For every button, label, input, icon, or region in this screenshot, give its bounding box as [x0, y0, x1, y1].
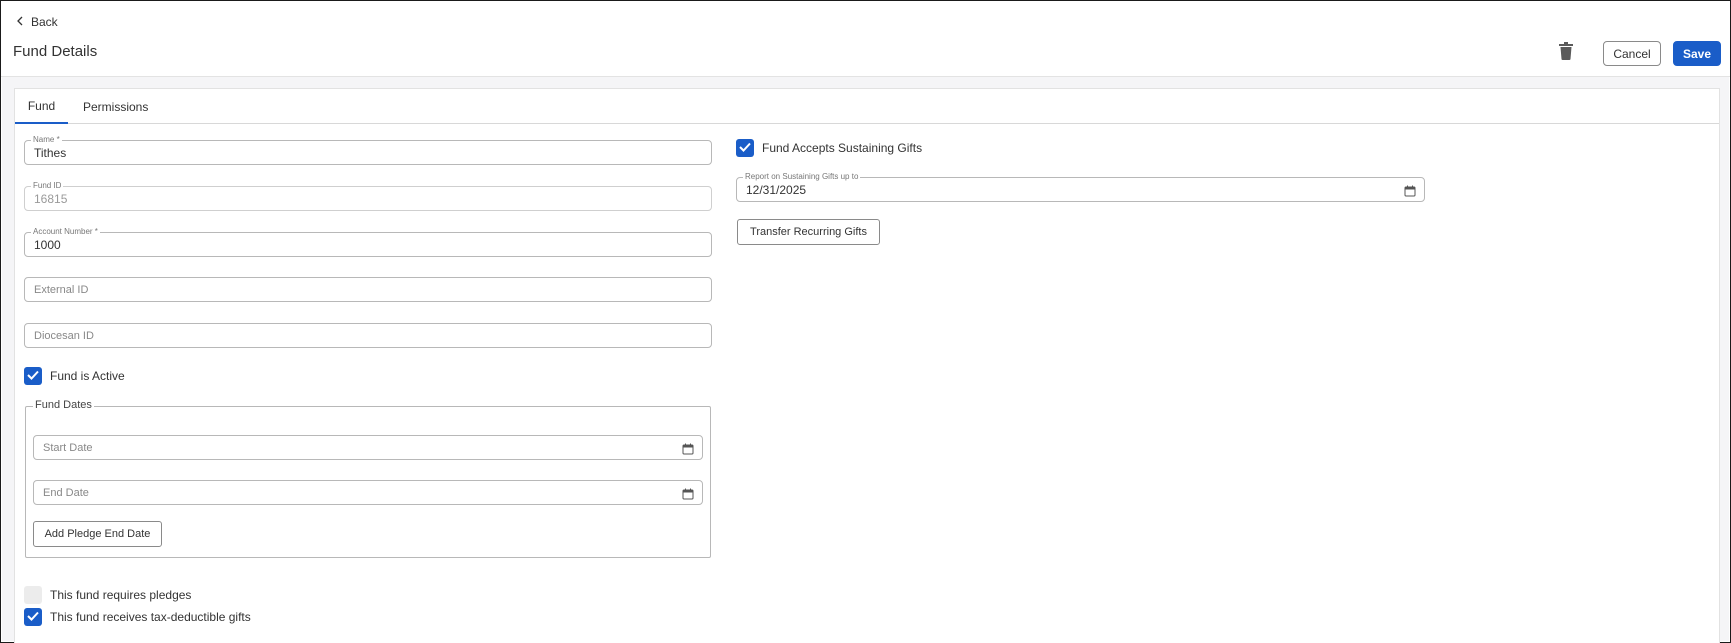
external-id-placeholder: External ID [34, 284, 89, 296]
calendar-icon[interactable] [682, 487, 694, 500]
tax-deductible-checkbox[interactable] [24, 608, 42, 626]
accepts-sustaining-label: Fund Accepts Sustaining Gifts [762, 141, 923, 155]
fund-dates-group: Fund Dates Start Date End Date Add Pledg… [25, 399, 711, 558]
account-number-field[interactable]: Account Number * 1000 [24, 227, 712, 257]
back-link[interactable]: Back [15, 13, 58, 31]
report-sustaining-value: 12/31/2025 [746, 183, 807, 197]
checkmark-icon [27, 610, 39, 624]
name-field-label: Name * [31, 135, 62, 145]
fund-id-field: Fund ID 16815 [24, 181, 712, 211]
add-pledge-end-date-button[interactable]: Add Pledge End Date [33, 521, 162, 547]
fund-card: Fund Permissions Name * Tithes Fund ID 1… [14, 88, 1720, 643]
back-label: Back [31, 15, 58, 29]
tax-deductible-row: This fund receives tax-deductible gifts [24, 608, 251, 626]
page-title: Fund Details [13, 43, 98, 60]
tab-fund[interactable]: Fund [15, 89, 68, 124]
account-number-label: Account Number * [31, 227, 100, 237]
diocesan-id-placeholder: Diocesan ID [34, 330, 94, 342]
tab-permissions[interactable]: Permissions [83, 89, 148, 124]
tab-bar: Fund Permissions [15, 89, 1719, 124]
end-date-placeholder: End Date [43, 487, 89, 499]
fund-active-row: Fund is Active [24, 367, 125, 385]
calendar-icon[interactable] [682, 442, 694, 455]
requires-pledges-label: This fund requires pledges [50, 588, 192, 602]
fund-id-value: 16815 [34, 192, 68, 206]
app-window: Back Fund Details Cancel Save Fund Permi… [0, 0, 1731, 643]
end-date-field[interactable]: End Date [33, 480, 703, 505]
calendar-icon[interactable] [1404, 184, 1416, 197]
start-date-field[interactable]: Start Date [33, 435, 703, 460]
report-sustaining-field[interactable]: Report on Sustaining Gifts up to 12/31/2… [736, 172, 1425, 202]
checkmark-icon [739, 141, 751, 155]
fund-dates-legend: Fund Dates [33, 399, 94, 411]
fund-active-label: Fund is Active [50, 369, 125, 383]
accepts-sustaining-checkbox[interactable] [736, 139, 754, 157]
requires-pledges-row: This fund requires pledges [24, 586, 191, 604]
name-field-value: Tithes [34, 146, 67, 160]
cancel-button[interactable]: Cancel [1603, 41, 1661, 66]
save-button[interactable]: Save [1673, 41, 1721, 66]
chevron-left-icon [15, 15, 25, 29]
transfer-recurring-gifts-button[interactable]: Transfer Recurring Gifts [737, 219, 880, 245]
requires-pledges-checkbox[interactable] [24, 586, 42, 604]
diocesan-id-field[interactable]: Diocesan ID [24, 323, 712, 348]
header-actions: Cancel Save [1555, 41, 1721, 66]
tax-deductible-label: This fund receives tax-deductible gifts [50, 610, 251, 624]
delete-button[interactable] [1555, 42, 1577, 65]
external-id-field[interactable]: External ID [24, 277, 712, 302]
account-number-value: 1000 [34, 238, 61, 252]
name-field[interactable]: Name * Tithes [24, 135, 712, 165]
fund-id-label: Fund ID [31, 181, 64, 191]
trash-icon [1558, 42, 1574, 65]
report-sustaining-label: Report on Sustaining Gifts up to [743, 172, 861, 182]
accepts-sustaining-row: Fund Accepts Sustaining Gifts [736, 139, 922, 157]
start-date-placeholder: Start Date [43, 442, 93, 454]
fund-active-checkbox[interactable] [24, 367, 42, 385]
checkmark-icon [27, 369, 39, 383]
